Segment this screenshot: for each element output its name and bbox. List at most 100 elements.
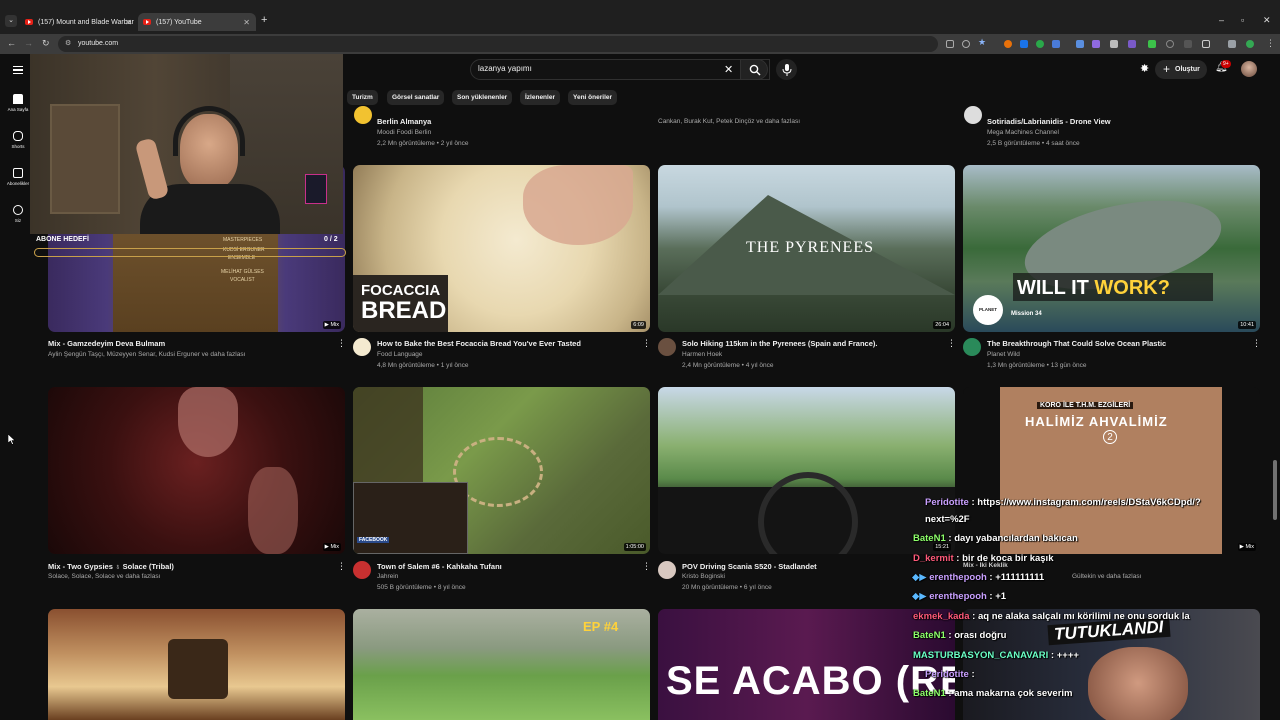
extension-icon[interactable] — [1004, 40, 1012, 48]
channel-name[interactable]: Aylin Şengün Taşçı, Müzeyyen Senar, Kuds… — [48, 351, 245, 358]
more-options-icon[interactable]: ⋮ — [642, 339, 651, 348]
video-thumbnail[interactable] — [48, 609, 345, 720]
video-title[interactable]: Sotiriadis/Labrianidis - Drone View — [987, 117, 1252, 126]
extension-icon[interactable] — [1052, 40, 1060, 48]
video-title[interactable]: How to Bake the Best Focaccia Bread You'… — [377, 339, 637, 348]
mix-label: Mix — [330, 544, 339, 550]
minimize-icon[interactable]: – — [1219, 15, 1224, 25]
channel-name[interactable]: Harmen Hoek — [682, 351, 722, 358]
video-thumbnail[interactable]: FACEBOOK 1:05:00 — [353, 387, 650, 554]
extension-icon[interactable] — [1148, 40, 1156, 48]
more-options-icon[interactable]: ⋮ — [642, 562, 651, 571]
hamburger-menu-icon[interactable] — [13, 66, 23, 74]
page-scrollbar[interactable] — [1273, 460, 1277, 520]
hide-icon[interactable] — [962, 40, 970, 48]
extension-icon[interactable] — [1128, 40, 1136, 48]
chip-son-yuklenenler[interactable]: Son yüklenenler — [452, 90, 513, 105]
video-title[interactable]: Mix - Gamzedeyim Deva Bulmam — [48, 339, 328, 348]
maximize-icon[interactable]: ▫ — [1241, 15, 1244, 25]
clear-search-icon[interactable]: ✕ — [724, 63, 733, 76]
forward-icon[interactable]: → — [24, 38, 33, 48]
chip-izlenenler[interactable]: İzlenenler — [520, 90, 560, 105]
video-thumbnail[interactable]: KORO İLE T.H.M. EZGİLERİ HALİMİZ AHVALİM… — [963, 387, 1260, 554]
channel-name[interactable]: Solace, Solace, Solace ve daha fazlası — [48, 573, 160, 580]
extension-icon[interactable] — [1228, 40, 1236, 48]
video-thumbnail[interactable]: TUTUKLANDI — [963, 609, 1260, 720]
video-thumbnail[interactable]: ▶︎ Mix — [48, 387, 345, 554]
video-meta: 4,8 Mn görüntüleme • 1 yıl önce — [377, 362, 469, 369]
account-avatar[interactable] — [1241, 61, 1257, 77]
video-title[interactable]: Mix - Two Gypsies ♁ Solace (Tribal) — [48, 562, 328, 571]
channel-avatar[interactable] — [353, 561, 371, 579]
chat-message: BateN1 : ama makarna çok severim — [913, 688, 1073, 699]
tab-label: (157) Mount and Blade Warbar — [38, 18, 134, 26]
search-button[interactable] — [740, 59, 768, 80]
channel-avatar[interactable] — [658, 338, 676, 356]
cast-icon[interactable] — [946, 40, 954, 48]
video-thumbnail[interactable]: WILL IT WORK? PLANET WILD Mission 34 10:… — [963, 165, 1260, 332]
channel-name[interactable]: Kristo Boginski — [682, 573, 725, 580]
site-info-icon[interactable]: ⚙ — [65, 36, 71, 52]
video-meta: 505 B görüntüleme • 8 yıl önce — [377, 584, 466, 591]
channel-avatar[interactable] — [353, 338, 371, 356]
extension-icon[interactable] — [1110, 40, 1118, 48]
video-title[interactable]: The Breakthrough That Could Solve Ocean … — [987, 339, 1247, 348]
bookmark-star-icon[interactable]: ★ — [978, 37, 986, 48]
channel-name[interactable]: Cankan, Burak Kut, Petek Dinçöz ve daha … — [658, 118, 800, 125]
extension-icon[interactable] — [1036, 40, 1044, 48]
more-options-icon[interactable]: ⋮ — [1252, 339, 1261, 348]
tab-close-icon[interactable]: ✕ — [125, 18, 132, 27]
tab-label: (157) YouTube — [156, 18, 202, 26]
reload-icon[interactable]: ↻ — [42, 38, 50, 49]
video-duration: 10:41 — [1238, 321, 1256, 329]
video-thumbnail[interactable]: THE PYRENEES 26:04 — [658, 165, 955, 332]
chip-gorsel-sanatlar[interactable]: Görsel sanatlar — [387, 90, 445, 105]
channel-name[interactable]: Planet Wild — [987, 351, 1020, 358]
browser-menu-icon[interactable]: ⋮ — [1266, 38, 1275, 49]
channel-name[interactable]: Moodi Foodi Berlin — [377, 129, 431, 136]
channel-name[interactable]: Jahrein — [377, 573, 398, 580]
hand-shape — [178, 387, 238, 457]
channel-avatar[interactable] — [963, 338, 981, 356]
chat-separator: : — [953, 553, 963, 564]
channel-name[interactable]: Mega Machines Channel — [987, 129, 1059, 136]
back-icon[interactable]: ← — [7, 38, 16, 48]
tab-close-icon[interactable]: ✕ — [243, 18, 250, 27]
video-title[interactable]: POV Driving Scania S520 - Stadlandet — [682, 562, 912, 571]
video-thumbnail[interactable]: 15:21 — [658, 387, 955, 554]
extension-icon[interactable] — [1020, 40, 1028, 48]
video-thumbnail[interactable]: EP #4 — [353, 609, 650, 720]
more-options-icon[interactable]: ⋮ — [337, 562, 346, 571]
extension-icon[interactable] — [1166, 40, 1174, 48]
channel-avatar[interactable] — [658, 561, 676, 579]
video-title[interactable]: Berlin Almanya — [377, 117, 642, 126]
channel-name[interactable]: Gültekin ve daha fazlası — [1072, 573, 1141, 580]
browser-tab-mount-blade[interactable]: (157) Mount and Blade Warbar ✕ — [20, 13, 138, 31]
video-thumbnail[interactable]: SE ACABO (REMIX) — [658, 609, 955, 720]
voice-search-button[interactable] — [776, 59, 797, 80]
chat-text: dayı yabancılardan bakıcan — [954, 533, 1078, 544]
tab-search-icon[interactable]: ⌄ — [5, 15, 17, 27]
create-button[interactable]: Oluştur — [1155, 60, 1207, 79]
browser-tab-youtube[interactable]: (157) YouTube ✕ — [138, 13, 256, 31]
extension-icon[interactable]: ✸ — [1140, 62, 1149, 75]
channel-avatar[interactable] — [354, 106, 372, 124]
new-tab-button[interactable]: + — [261, 14, 267, 26]
extension-icon[interactable] — [1092, 40, 1100, 48]
address-bar[interactable]: ⚙ youtube.com — [58, 36, 938, 52]
more-options-icon[interactable]: ⋮ — [337, 339, 346, 348]
extensions-puzzle-icon[interactable] — [1202, 40, 1210, 48]
close-window-icon[interactable]: ✕ — [1263, 15, 1271, 26]
channel-name[interactable]: Food Language — [377, 351, 423, 358]
chip-yeni-oneriler[interactable]: Yeni öneriler — [568, 90, 618, 105]
video-title[interactable]: Town of Salem #6 - Kahkaha Tufanı — [377, 562, 637, 571]
video-thumbnail[interactable]: FOCACCIA BREAD 6:09 — [353, 165, 650, 332]
profile-icon[interactable] — [1246, 40, 1254, 48]
chip-turizm[interactable]: Turizm — [347, 90, 378, 105]
extension-icon[interactable] — [1184, 40, 1192, 48]
more-options-icon[interactable]: ⋮ — [947, 339, 956, 348]
mix-badge: ▶︎ Mix — [322, 321, 341, 329]
channel-avatar[interactable] — [964, 106, 982, 124]
extension-icon[interactable] — [1076, 40, 1084, 48]
video-title[interactable]: Solo Hiking 115km in the Pyrenees (Spain… — [682, 339, 942, 348]
